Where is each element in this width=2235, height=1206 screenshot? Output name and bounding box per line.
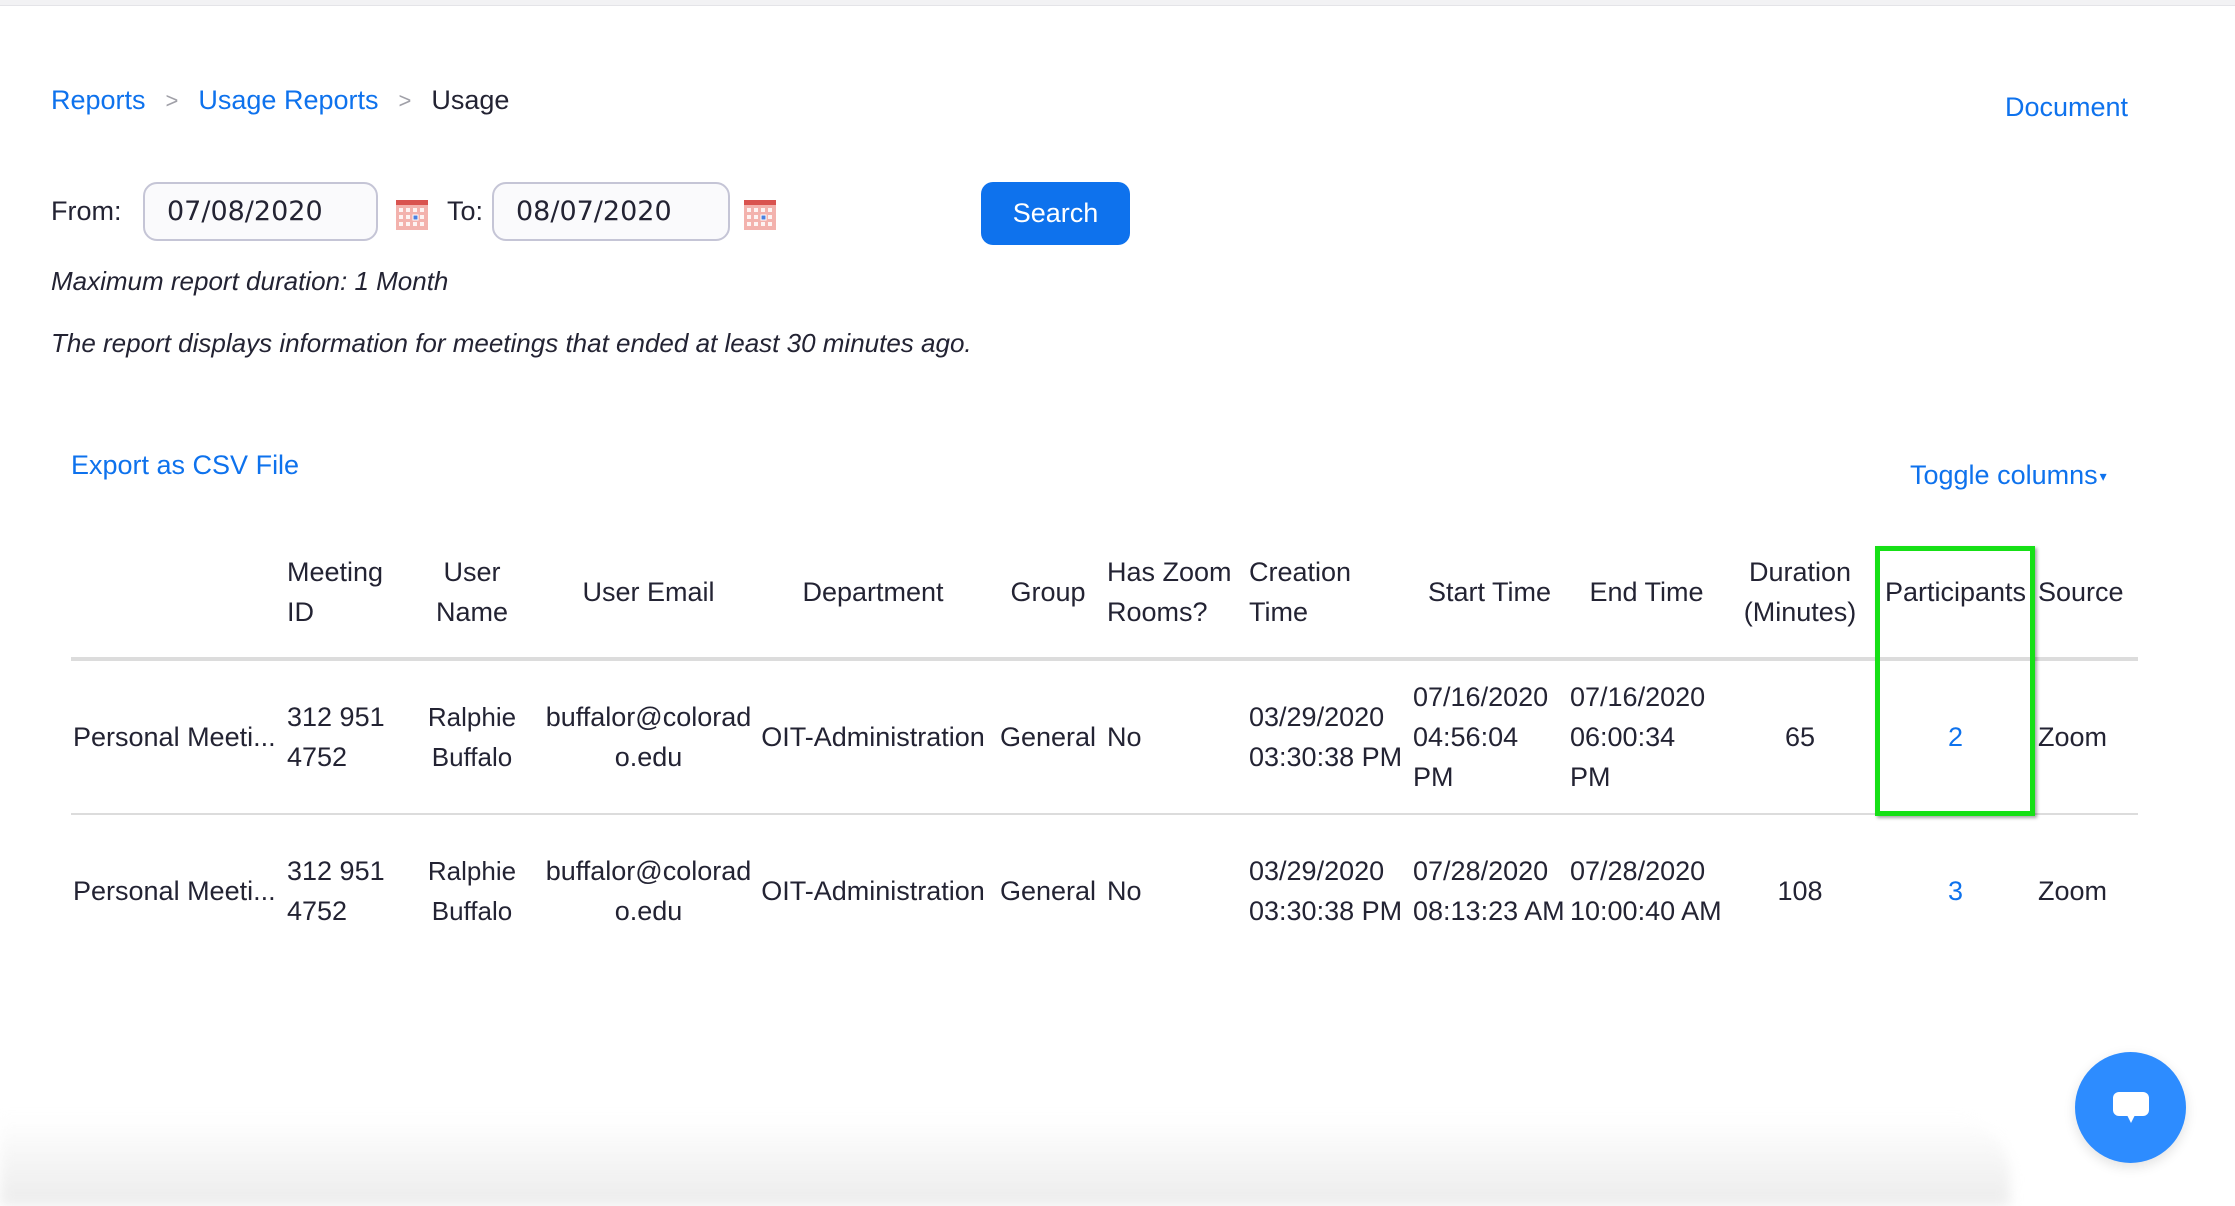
column-header-meeting-id[interactable]: Meeting ID xyxy=(285,527,402,661)
date-filter: From: To: Search xyxy=(51,182,1251,245)
cell-has-zoom-rooms: No xyxy=(1105,659,1247,815)
column-header-start-time[interactable]: Start Time xyxy=(1411,527,1568,661)
toggle-columns-dropdown[interactable]: Toggle columns ▾ xyxy=(1910,460,2107,491)
top-border xyxy=(0,0,2235,6)
document-link[interactable]: Document xyxy=(2005,92,2128,123)
cell-group: General xyxy=(999,876,1097,906)
cell-user-name: Ralphie Buffalo xyxy=(402,659,542,815)
from-label: From: xyxy=(51,196,122,226)
cell-end-time: 07/28/2020 10:00:40 AM xyxy=(1570,856,1722,926)
cell-start-time: 07/16/2020 04:56:04 PM xyxy=(1411,659,1568,815)
to-date-input[interactable] xyxy=(492,182,730,241)
calendar-icon[interactable] xyxy=(396,200,428,230)
caret-down-icon: ▾ xyxy=(2099,468,2107,485)
breadcrumb-current-usage: Usage xyxy=(431,85,510,115)
cell-user-email: buffalor@colorado.edu xyxy=(545,856,752,926)
cell-participants: 2 xyxy=(1875,659,2036,815)
cell-meeting-id: 312 951 4752 xyxy=(287,856,385,926)
breadcrumb-reports[interactable]: Reports xyxy=(51,85,146,116)
cell-user-name: Ralphie Buffalo xyxy=(427,856,517,926)
cell-end-time: 07/16/2020 06:00:34 PM xyxy=(1568,659,1725,815)
cell-source: Zoom xyxy=(2036,659,2138,815)
column-header-department[interactable]: Department xyxy=(755,527,991,661)
cell-meeting-id: 312 951 4752 xyxy=(285,659,402,815)
cell-department: OIT-Administration xyxy=(761,876,985,906)
column-header-creation-time[interactable]: Creation Time xyxy=(1247,527,1411,661)
breadcrumb-separator: > xyxy=(165,87,179,113)
cell-user-email: buffalor@colorado.edu xyxy=(542,659,755,815)
cell-participants: 3 xyxy=(1875,814,2036,967)
participants-link[interactable]: 2 xyxy=(1948,722,1963,752)
breadcrumb: Reports > Usage Reports > Usage xyxy=(51,85,509,116)
cell-group: General xyxy=(991,659,1105,815)
cell-topic: Personal Meeti... xyxy=(73,876,276,906)
cell-has-zoom-rooms: No xyxy=(1107,876,1142,906)
column-header-group[interactable]: Group xyxy=(991,527,1105,661)
cell-creation-time: 03/29/2020 03:30:38 PM xyxy=(1249,856,1403,926)
cell-topic: Personal Meeti... xyxy=(71,659,285,815)
table-row: Personal Meeti... 312 951 4752 Ralphie B… xyxy=(71,659,2138,815)
cell-start-time: 07/28/2020 08:13:23 AM xyxy=(1413,856,1565,926)
column-header-source[interactable]: Source xyxy=(2036,527,2138,661)
export-csv-link[interactable]: Export as CSV File xyxy=(71,450,299,481)
to-label: To: xyxy=(447,196,484,226)
column-header-duration[interactable]: Duration (Minutes) xyxy=(1725,527,1875,661)
table-row: Personal Meeti... 312 951 4752 Ralphie B… xyxy=(71,814,2138,967)
column-header-participants[interactable]: Participants xyxy=(1875,527,2036,661)
column-header-topic[interactable] xyxy=(71,527,285,661)
column-header-user-email[interactable]: User Email xyxy=(542,527,755,661)
column-header-end-time[interactable]: End Time xyxy=(1568,527,1725,661)
report-info-note: The report displays information for meet… xyxy=(51,328,972,358)
from-date-input[interactable] xyxy=(143,182,378,241)
chat-support-button[interactable] xyxy=(2075,1052,2186,1163)
calendar-icon[interactable] xyxy=(744,200,776,230)
bottom-shadow xyxy=(0,1116,2010,1206)
search-button[interactable]: Search xyxy=(981,182,1130,245)
toggle-columns-label: Toggle columns xyxy=(1910,460,2098,490)
chat-bubble-icon xyxy=(2112,1091,2149,1123)
cell-creation-time: 03/29/2020 03:30:38 PM xyxy=(1247,659,1411,815)
cell-duration: 108 xyxy=(1777,876,1823,906)
breadcrumb-usage-reports[interactable]: Usage Reports xyxy=(198,85,378,116)
column-header-has-zoom-rooms[interactable]: Has Zoom Rooms? xyxy=(1105,527,1247,661)
cell-department: OIT-Administration xyxy=(755,659,991,815)
cell-source: Zoom xyxy=(2038,876,2108,906)
usage-report-table: Meeting ID User Name User Email Departme… xyxy=(71,527,2138,967)
table-header-row: Meeting ID User Name User Email Departme… xyxy=(71,527,2138,661)
max-duration-note: Maximum report duration: 1 Month xyxy=(51,266,449,296)
participants-link[interactable]: 3 xyxy=(1948,876,1963,906)
column-header-user-name[interactable]: User Name xyxy=(402,527,542,661)
breadcrumb-separator: > xyxy=(398,87,412,113)
cell-duration: 65 xyxy=(1725,659,1875,815)
